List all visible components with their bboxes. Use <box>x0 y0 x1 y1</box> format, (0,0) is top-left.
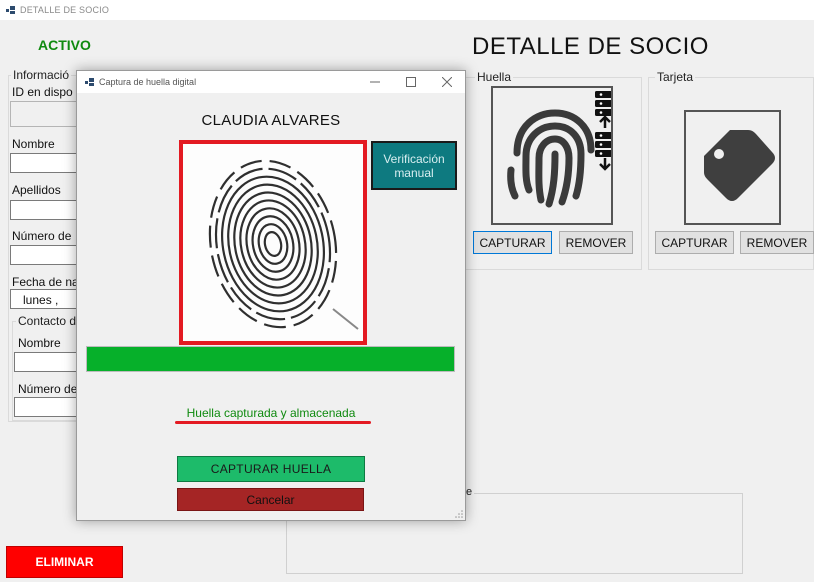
card-image-box <box>684 110 781 225</box>
manual-verification-button[interactable]: Verificación manual <box>371 141 457 190</box>
person-name: CLAUDIA ALVARES <box>201 112 341 129</box>
window-title: DETALLE DE SOCIO <box>20 5 110 15</box>
fingerprint-scan-preview <box>179 140 367 345</box>
maximize-icon[interactable] <box>393 71 429 93</box>
status-underline <box>175 421 371 424</box>
capture-fingerprint-button[interactable]: CAPTURAR HUELLA <box>177 456 365 482</box>
tarjeta-remove-button[interactable]: REMOVER <box>740 231 814 254</box>
info-group-legend: Informació <box>11 68 72 82</box>
close-icon[interactable] <box>429 71 465 93</box>
apellidos-input[interactable] <box>10 200 80 220</box>
capture-status-message: Huella capturada y almacenada <box>186 406 356 420</box>
huella-remove-button[interactable]: REMOVER <box>559 231 633 254</box>
contact-numero-input[interactable] <box>14 397 80 417</box>
minimize-icon[interactable] <box>357 71 393 93</box>
huella-group-legend: Huella <box>475 70 514 84</box>
id-input[interactable] <box>10 101 80 127</box>
numero-label: Número de <box>12 229 72 243</box>
page-title: DETALLE DE SOCIO <box>472 33 709 60</box>
fingerprint-capture-dialog: Captura de huella digital CLAUDIA ALVARE… <box>76 70 466 521</box>
contact-group-legend: Contacto d <box>16 314 79 328</box>
dialog-title-bar: Captura de huella digital <box>77 71 465 93</box>
fingerprint-image-box <box>491 86 625 225</box>
capture-progress-fill <box>87 347 454 371</box>
main-title-bar: DETALLE DE SOCIO <box>0 0 814 20</box>
server-download-icon <box>595 132 625 171</box>
app-icon <box>6 6 15 14</box>
dialog-app-icon <box>85 78 94 86</box>
contact-numero-label: Número de <box>18 382 78 396</box>
contact-nombre-label: Nombre <box>18 336 61 350</box>
fingerprint-sync-icon <box>507 91 625 208</box>
fingerprint-scan-image <box>183 144 363 341</box>
status-label: ACTIVO <box>38 37 91 53</box>
resize-grip-icon[interactable] <box>455 510 463 518</box>
huella-capture-button[interactable]: CAPTURAR <box>473 231 552 254</box>
nombre-label: Nombre <box>12 137 55 151</box>
id-label: ID en dispo <box>12 85 73 99</box>
tag-icon <box>704 130 775 201</box>
numero-input[interactable] <box>10 245 80 265</box>
fecha-picker[interactable]: lunes , <box>10 289 80 309</box>
server-upload-icon <box>595 91 625 128</box>
nombre-input[interactable] <box>10 153 80 173</box>
contact-nombre-input[interactable] <box>14 352 80 372</box>
delete-button[interactable]: ELIMINAR <box>6 546 123 578</box>
cancel-button[interactable]: Cancelar <box>177 488 364 511</box>
dialog-title: Captura de huella digital <box>99 77 197 87</box>
tarjeta-capture-button[interactable]: CAPTURAR <box>655 231 734 254</box>
apellidos-label: Apellidos <box>12 183 61 197</box>
fecha-label: Fecha de na <box>12 275 79 289</box>
tarjeta-group-legend: Tarjeta <box>655 70 696 84</box>
capture-progress-bar <box>86 346 455 372</box>
